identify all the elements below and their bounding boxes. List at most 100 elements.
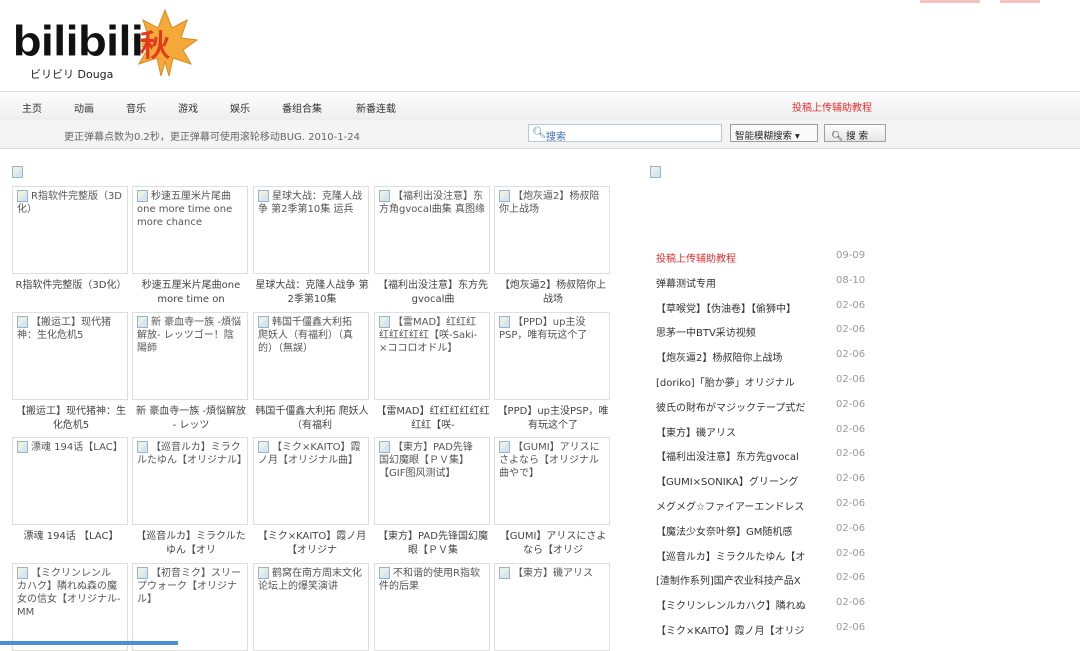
nav-anime[interactable]: 动画 bbox=[74, 100, 94, 115]
nav-series-collection[interactable]: 番组合集 bbox=[282, 100, 322, 115]
list-item-title[interactable]: 【ミクリンレンルカハク】隣れぬ bbox=[656, 597, 826, 612]
list-item-title[interactable]: 投稿上传辅助教程 bbox=[656, 250, 826, 265]
search-button[interactable]: 🔍︎ 搜 索 bbox=[824, 124, 886, 142]
thumbnail-alt-text: 【初音ミク】スリープウォーク【オリジナル】 bbox=[137, 568, 241, 605]
list-item-title[interactable]: 【魔法少女奈叶祭】GM随机感 bbox=[656, 523, 826, 538]
list-item-title[interactable]: 【東方】磯アリス bbox=[656, 424, 826, 439]
video-card[interactable]: 韩国千僵鑫大利拓 爬妖人（有福利）（真的）（無誤） 韩国千僵鑫大利拓 爬妖人（有福… bbox=[253, 312, 371, 435]
video-thumbnail[interactable]: 【雷MAD】红红红红红红红红【咲-Saki-×ココロオドル】 bbox=[374, 312, 490, 400]
video-title-link[interactable]: 【PPD】up主没PSP，唯有玩这个了 bbox=[494, 405, 612, 435]
list-item-title[interactable]: 【ミク×KAITO】霞ノ月【オリジ bbox=[656, 622, 826, 637]
list-item-title[interactable]: メグメグ☆ファイアーエンドレス bbox=[656, 498, 826, 513]
video-title-link[interactable]: 【GUMI】アリスにさよなら【オリジ bbox=[494, 530, 612, 560]
video-card[interactable]: 【東方】磯アリス bbox=[494, 563, 612, 651]
broken-image-icon bbox=[17, 316, 28, 328]
video-card[interactable]: 【搬运工】现代猪神：生化危机5 【搬运工】现代猪神：生化危机5 bbox=[12, 312, 130, 435]
video-thumbnail[interactable]: 【福利出没注意】东方角gvocal曲集 真图缘 bbox=[374, 186, 490, 274]
video-card[interactable]: 【初音ミク】スリープウォーク【オリジナル】 bbox=[132, 563, 250, 651]
video-card[interactable]: 【ミクリンレンル カハク】隣れぬ森の魔女の信女【オリジナル-MM bbox=[12, 563, 130, 651]
video-thumbnail[interactable]: 【初音ミク】スリープウォーク【オリジナル】 bbox=[132, 563, 248, 651]
thumbnail-alt-text: 韩国千僵鑫大利拓 爬妖人（有福利）（真的）（無誤） bbox=[258, 317, 353, 354]
video-card[interactable]: 【巡音ルカ】ミラクルたゆん【オリジナル】【巡音ルカ】ミラクルたゆん【オリ bbox=[132, 437, 250, 560]
list-item-title[interactable]: 思茅一中BTV采访视频 bbox=[656, 324, 826, 339]
video-thumbnail[interactable]: 新 豪血寺一族 -煩悩解放- レッツゴー！陰陽師 bbox=[132, 312, 248, 400]
video-thumbnail[interactable]: 【ミク×KAITO】霞ノ月【オリジナル曲】 bbox=[253, 437, 369, 525]
list-item-title[interactable]: 弹幕测试专用 bbox=[656, 275, 826, 290]
list-item: 投稿上传辅助教程 09-09 bbox=[656, 248, 874, 273]
video-thumbnail[interactable]: 【PPD】up主没PSP，唯有玩这个了 bbox=[494, 312, 610, 400]
video-card[interactable]: 星球大战：克隆人战争 第2季第10集 运兵星球大战：克隆人战争 第2季第10集 bbox=[253, 186, 371, 309]
video-title-link[interactable]: 星球大战：克隆人战争 第2季第10集 bbox=[253, 279, 371, 309]
video-thumbnail[interactable]: 鹤窝在南方周末文化论坛上的爆笑演讲 bbox=[253, 563, 369, 651]
video-card[interactable]: R指软件完整版（3D化） R指软件完整版（3D化） bbox=[12, 186, 130, 309]
video-thumbnail[interactable]: 【ミクリンレンル カハク】隣れぬ森の魔女の信女【オリジナル-MM bbox=[12, 563, 128, 651]
video-thumbnail[interactable]: 韩国千僵鑫大利拓 爬妖人（有福利）（真的）（無誤） bbox=[253, 312, 369, 400]
video-title-link[interactable]: 【福利出没注意】东方先gvocal曲 bbox=[374, 279, 492, 309]
list-item: 【草喉党】【伪油卷】【偷狮中】 02-06 bbox=[656, 298, 874, 323]
list-item-title[interactable]: 彼氏の財布がマジックテープ式だ bbox=[656, 399, 826, 414]
search-input[interactable]: 🔍︎ 搜索 bbox=[528, 124, 722, 143]
list-item-title[interactable]: [渣制作系列]国产农业科技产品X bbox=[656, 572, 826, 587]
video-thumbnail[interactable]: R指软件完整版（3D化） bbox=[12, 186, 128, 274]
video-thumbnail[interactable]: 【炮灰逼2】杨叔陪你上战场 bbox=[494, 186, 610, 274]
list-item-title[interactable]: 【GUMI×SONIKA】グリーング bbox=[656, 473, 826, 488]
thumbnail-alt-text: 秒速五厘米片尾曲one more time one more chance bbox=[137, 191, 233, 228]
list-item-date: 02-06 bbox=[836, 597, 866, 609]
list-item-title[interactable]: [doriko]「胎か夢」オリジナル bbox=[656, 374, 826, 389]
video-thumbnail[interactable]: 【東方】PAD先锋 国幻魔眼【ＰＶ集】【GIF图风测试】 bbox=[374, 437, 490, 525]
video-title-link[interactable]: 【炮灰逼2】杨叔陪你上战场 bbox=[494, 279, 612, 309]
video-thumbnail[interactable]: 【GUMI】アリスにさよなら【オリジナル曲やで】 bbox=[494, 437, 610, 525]
list-item-title[interactable]: 【炮灰逼2】杨叔陪你上战场 bbox=[656, 349, 826, 364]
list-item-title[interactable]: 【福利出没注意】东方先gvocal bbox=[656, 448, 826, 463]
video-title-link[interactable]: 【搬运工】现代猪神：生化危机5 bbox=[12, 405, 130, 435]
video-title-link[interactable]: R指软件完整版（3D化） bbox=[12, 279, 130, 309]
video-card[interactable]: 【PPD】up主没PSP，唯有玩这个了 【PPD】up主没PSP，唯有玩这个了 bbox=[494, 312, 612, 435]
video-thumbnail[interactable]: 不和谐的使用R指软件的后果 bbox=[374, 563, 490, 651]
video-title-link[interactable]: 秒速五厘米片尾曲one more time on bbox=[132, 279, 250, 309]
video-card[interactable]: 【GUMI】アリスにさよなら【オリジナル曲やで】【GUMI】アリスにさよなら【オ… bbox=[494, 437, 612, 560]
video-card[interactable]: 【福利出没注意】东方角gvocal曲集 真图缘【福利出没注意】东方先gvocal… bbox=[374, 186, 492, 309]
site-header: bilibili 秋 ビリビリ Douga bbox=[0, 0, 1080, 90]
video-card[interactable]: 【雷MAD】红红红红红红红红【咲-Saki-×ココロオドル】【雷MAD】红红红红… bbox=[374, 312, 492, 435]
thumbnail-alt-text: 【雷MAD】红红红红红红红红【咲-Saki-×ココロオドル】 bbox=[379, 317, 478, 354]
thumbnail-alt-text: 【東方】磯アリス bbox=[513, 568, 593, 579]
video-thumbnail[interactable]: 【搬运工】现代猪神：生化危机5 bbox=[12, 312, 128, 400]
video-thumbnail[interactable]: 星球大战：克隆人战争 第2季第10集 运兵 bbox=[253, 186, 369, 274]
video-title-link[interactable]: 【巡音ルカ】ミラクルたゆん【オリ bbox=[132, 530, 250, 560]
video-card[interactable]: 【ミク×KAITO】霞ノ月【オリジナル曲】【ミク×KAITO】霞ノ月【オリジナ bbox=[253, 437, 371, 560]
video-title-link[interactable]: 韩国千僵鑫大利拓 爬妖人（有福利 bbox=[253, 405, 371, 435]
video-title-link[interactable]: 【ミク×KAITO】霞ノ月【オリジナ bbox=[253, 530, 371, 560]
list-item-date: 02-06 bbox=[836, 572, 866, 584]
nav-game[interactable]: 游戏 bbox=[178, 100, 198, 115]
nav-music[interactable]: 音乐 bbox=[126, 100, 146, 115]
nav-home[interactable]: 主页 bbox=[22, 100, 42, 115]
video-title-link[interactable]: 【東方】PAD先锋国幻魔眼【ＰＶ集 bbox=[374, 530, 492, 560]
video-card[interactable]: 不和谐的使用R指软件的后果 bbox=[374, 563, 492, 651]
video-card[interactable]: 【東方】PAD先锋 国幻魔眼【ＰＶ集】【GIF图风测试】【東方】PAD先锋国幻魔… bbox=[374, 437, 492, 560]
list-item-date: 02-06 bbox=[836, 373, 866, 385]
video-thumbnail[interactable]: 【巡音ルカ】ミラクルたゆん【オリジナル】 bbox=[132, 437, 248, 525]
list-item-title[interactable]: 【巡音ルカ】ミラクルたゆん【オ bbox=[656, 548, 826, 563]
search-mode-select[interactable]: 智能模糊搜索 ▾ bbox=[730, 124, 818, 142]
video-card[interactable]: 新 豪血寺一族 -煩悩解放- レッツゴー！陰陽師新 豪血寺一族 -煩悩解放 - … bbox=[132, 312, 250, 435]
video-card[interactable]: 漂魂 194话【LAC】漂魂 194话 【LAC】 bbox=[12, 437, 130, 560]
video-title-link[interactable]: 漂魂 194话 【LAC】 bbox=[12, 530, 130, 560]
video-card[interactable]: 秒速五厘米片尾曲one more time one more chance 秒速五… bbox=[132, 186, 250, 309]
broken-image-icon bbox=[17, 190, 28, 202]
video-thumbnail[interactable]: 漂魂 194话【LAC】 bbox=[12, 437, 128, 525]
video-card[interactable]: 鹤窝在南方周末文化论坛上的爆笑演讲 bbox=[253, 563, 371, 651]
video-card[interactable]: 【炮灰逼2】杨叔陪你上战场 【炮灰逼2】杨叔陪你上战场 bbox=[494, 186, 612, 309]
video-title-link[interactable]: 【雷MAD】红红红红红红红红【咲- bbox=[374, 405, 492, 435]
list-item: メグメグ☆ファイアーエンドレス 02-06 bbox=[656, 496, 874, 521]
video-title-link[interactable]: 新 豪血寺一族 -煩悩解放 - レッツ bbox=[132, 405, 250, 435]
thumbnail-alt-text: 鹤窝在南方周末文化论坛上的爆笑演讲 bbox=[258, 568, 362, 592]
upload-tutorial-link[interactable]: 投稿上传辅助教程 bbox=[792, 99, 872, 114]
video-thumbnail[interactable]: 【東方】磯アリス bbox=[494, 563, 610, 651]
video-thumbnail[interactable]: 秒速五厘米片尾曲one more time one more chance bbox=[132, 186, 248, 274]
thumbnail-alt-text: 不和谐的使用R指软件的后果 bbox=[379, 568, 480, 592]
bilibili-logo[interactable]: bilibili 秋 ビリビリ Douga bbox=[10, 4, 210, 84]
nav-new-series[interactable]: 新番连载 bbox=[356, 100, 396, 115]
list-item-title[interactable]: 【草喉党】【伪油卷】【偷狮中】 bbox=[656, 300, 826, 315]
nav-entertainment[interactable]: 娱乐 bbox=[230, 100, 250, 115]
list-item-date: 02-06 bbox=[836, 423, 866, 435]
